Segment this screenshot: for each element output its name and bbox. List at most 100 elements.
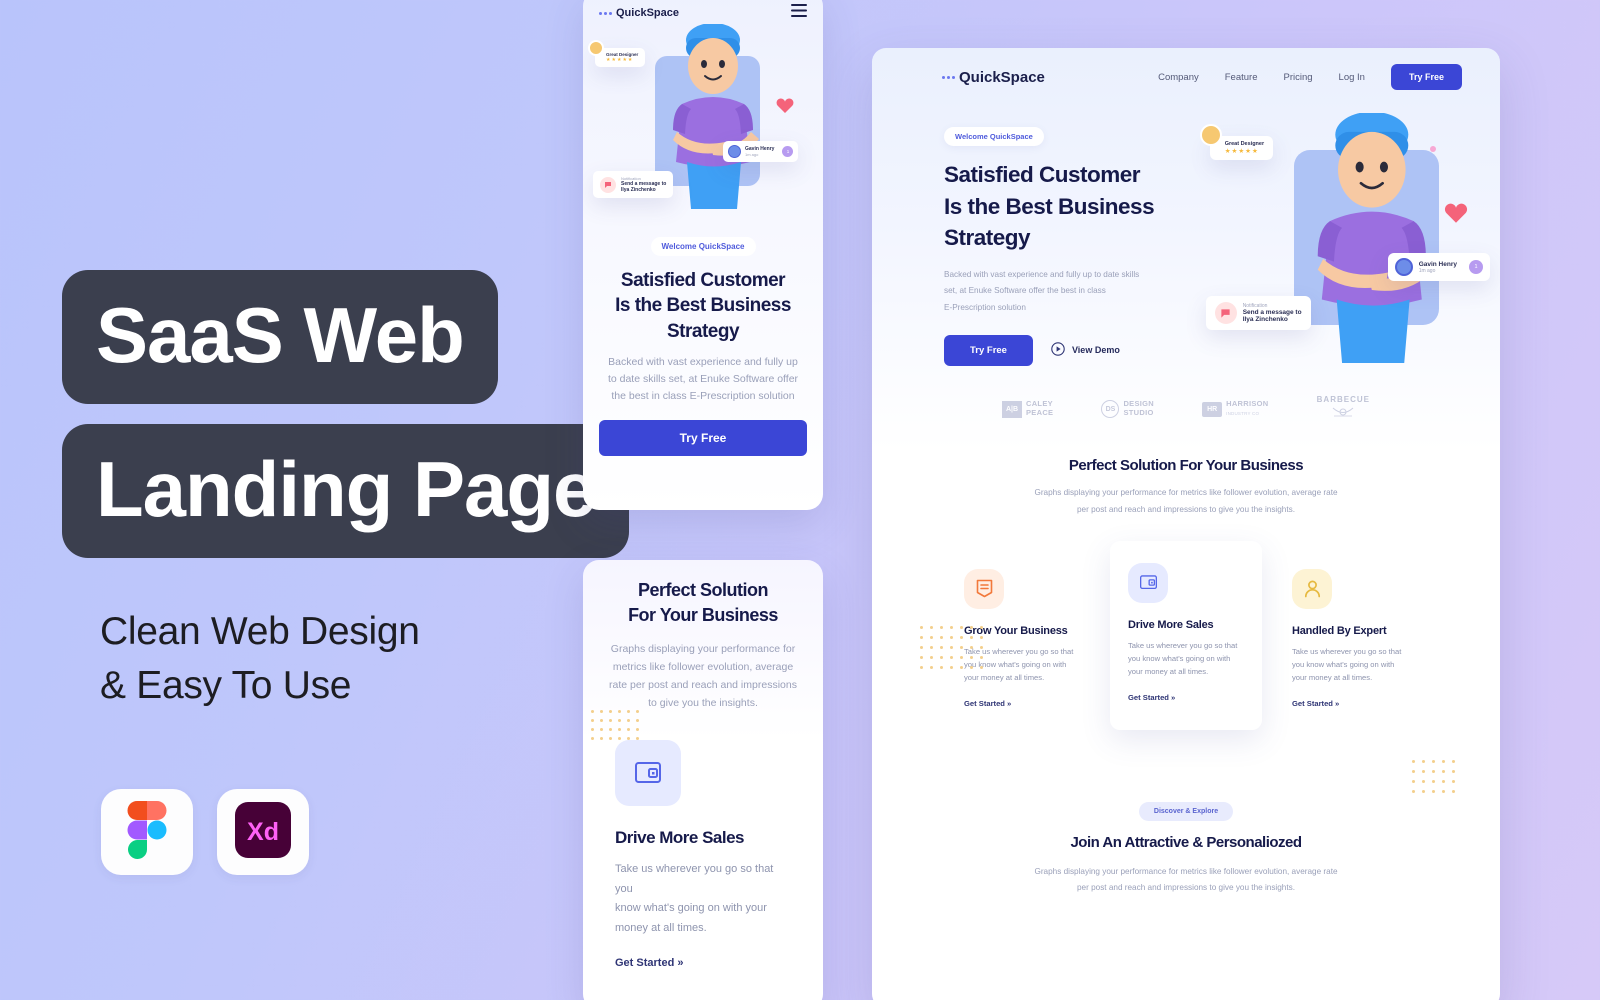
logo-caley-peace: A|B CALEY PEACE	[1002, 400, 1054, 418]
desktop-hero-illustration: Great Designer ★★★★★ Gavin Henry 1m ago …	[1192, 108, 1500, 373]
hero-view-demo-button[interactable]: View Demo	[1051, 342, 1120, 358]
hero-copy: Welcome QuickSpace Satisfied Customer Is…	[944, 108, 1190, 373]
figma-icon	[127, 800, 167, 864]
notification-float-card: Notification Send a message to Ilya Zinc…	[1205, 296, 1311, 330]
logo-design-studio: DS DESIGN STUDIO	[1101, 400, 1154, 419]
hero-badge: Welcome QuickSpace	[650, 237, 756, 256]
notification-icon	[1214, 302, 1237, 324]
person-icon	[1292, 568, 1332, 609]
heart-decor-icon	[1444, 203, 1468, 229]
nav-link-pricing[interactable]: Pricing	[1284, 72, 1313, 83]
hero-view-demo-label: View Demo	[1071, 345, 1120, 356]
nav-links: Company Feature Pricing Log In Try Free	[1158, 64, 1462, 90]
desktop-brand-logo[interactable]: QuickSpace	[942, 69, 1045, 86]
promo-subtitle-line2: & Easy To Use	[100, 663, 352, 707]
logo-barbecue-name: BARBECUE	[1316, 395, 1370, 404]
feature-card-title: Handled By Expert	[1292, 624, 1387, 637]
feature-card-title: Drive More Sales	[1128, 618, 1214, 631]
logo-caley-name2: PEACE	[1026, 408, 1054, 418]
rating-stars: ★★★★★	[606, 57, 634, 63]
features-title-line1: Perfect Solution	[637, 580, 769, 600]
logo-design-name2: STUDIO	[1123, 408, 1154, 418]
hero-heading-line2: Is the Best Business	[615, 295, 791, 317]
logo-harrison: HR HARRISON INDUSTRY CO	[1202, 400, 1268, 417]
svg-text:Xd: Xd	[247, 818, 279, 846]
user-float-card: Gavin Henry 1m ago 1	[723, 141, 799, 162]
brand-name: QuickSpace	[959, 68, 1045, 86]
promo-title-line1: SaaS Web	[62, 270, 498, 404]
hero-paragraph-line2: to date skills set, at Enuke Software of…	[607, 373, 799, 386]
nav-try-free-button[interactable]: Try Free	[1390, 64, 1462, 90]
features-desc-line2: per post and reach and impressions to gi…	[1076, 505, 1295, 514]
mobile-mockup-features: Perfect Solution For Your Business Graph…	[583, 560, 823, 1000]
dot-decor-grid-left	[920, 626, 990, 676]
desktop-mockup: QuickSpace Company Feature Pricing Log I…	[872, 48, 1500, 1000]
features-desc-line2: metrics like follower evolution, average	[612, 660, 794, 673]
mobile-card-body-line1: Take us wherever you go so that you	[615, 862, 774, 895]
hero-heading-line2: Is the Best Business	[944, 193, 1155, 219]
feature-card-get-started-link[interactable]: Get Started »	[964, 699, 1080, 708]
figma-badge	[101, 789, 193, 875]
feature-card-handled-by-expert: Handled By Expert Take us wherever you g…	[1274, 553, 1426, 726]
play-circle-icon	[1051, 342, 1065, 358]
hero-paragraph-line3: E-Prescription solution	[944, 303, 1026, 313]
feature-card-get-started-link[interactable]: Get Started »	[1128, 693, 1244, 702]
mobile-card-get-started-link[interactable]: Get Started »	[615, 957, 791, 969]
user-time: 1m ago	[745, 152, 759, 157]
mobile-card-body-line3: money at all times.	[615, 922, 707, 935]
rating-float-card: Great Designer ★★★★★	[588, 40, 646, 67]
promo-title-line2: Landing Page	[62, 424, 630, 558]
nav-link-company[interactable]: Company	[1158, 72, 1199, 83]
mobile-hero-illustration: Great Designer ★★★★★ Gavin Henry 1m ago …	[583, 24, 823, 226]
hero-try-free-button[interactable]: Try Free	[944, 334, 1033, 366]
rating-stars: ★★★★★	[1224, 148, 1259, 155]
user-float-card: Gavin Henry 1m ago 1	[1387, 253, 1490, 281]
join-title: Join An Attractive & Personaliozed	[1070, 833, 1302, 851]
notification-line1: Send a message to	[1242, 309, 1302, 316]
tool-badges: Xd	[101, 789, 309, 875]
notification-line2: Ilya Zinchenko	[1242, 316, 1288, 323]
hero-heading-line3: Strategy	[944, 225, 1031, 250]
design-studio-mark-icon: DS	[1101, 400, 1120, 419]
mobile-card-body-line2: know what's going on with your	[615, 902, 767, 915]
mobile-mockup-hero: QuickSpace Great Designer ★★★★★ Gavin He…	[583, 0, 823, 510]
desktop-navbar: QuickSpace Company Feature Pricing Log I…	[872, 48, 1500, 90]
caley-peace-mark-icon: A|B	[1002, 400, 1022, 418]
barbecue-mark-icon	[1331, 405, 1355, 423]
adobe-xd-badge: Xd	[217, 789, 309, 875]
mobile-feature-card: Drive More Sales Take us wherever you go…	[583, 712, 823, 969]
user-time: 1m ago	[1418, 267, 1436, 274]
join-badge: Discover & Explore	[1138, 801, 1234, 821]
nav-link-login[interactable]: Log In	[1339, 72, 1365, 83]
promo-subtitle: Clean Web Design & Easy To Use	[100, 605, 420, 713]
brand-dots-icon	[942, 75, 955, 79]
dot-decor-grid-right	[1412, 760, 1462, 800]
harrison-mark-icon: HR	[1202, 401, 1223, 417]
user-avatar	[1394, 258, 1413, 276]
feature-card-get-started-link[interactable]: Get Started »	[1292, 699, 1408, 708]
user-avatar	[728, 145, 741, 158]
features-desc-line1: Graphs displaying your performance for m…	[1034, 488, 1338, 498]
hamburger-menu-icon[interactable]	[791, 4, 807, 22]
feature-card-body: Take us wherever you go so that you know…	[1128, 640, 1238, 677]
card-window-icon	[615, 739, 681, 806]
hero-heading-line3: Strategy	[666, 320, 740, 342]
notification-float-card: Notification Send a message to Ilya Zinc…	[593, 171, 674, 198]
hero-paragraph-line1: Backed with vast experience and fully up…	[944, 269, 1140, 279]
mobile-brand-logo[interactable]: QuickSpace	[599, 7, 679, 19]
user-badge-count: 1	[1468, 260, 1483, 274]
brand-name: QuickSpace	[616, 7, 679, 19]
hero-badge: Welcome QuickSpace	[944, 127, 1044, 146]
feature-card-drive-more-sales: Drive More Sales Take us wherever you go…	[1110, 540, 1262, 730]
nav-link-feature[interactable]: Feature	[1225, 72, 1258, 83]
hero-paragraph-line1: Backed with vast experience and fully up	[608, 355, 798, 368]
hero-try-free-button[interactable]: Try Free	[599, 419, 807, 456]
logo-harrison-sub: INDUSTRY CO	[1226, 411, 1260, 417]
rating-float-card: Great Designer ★★★★★	[1199, 124, 1274, 160]
join-desc-line1: Graphs displaying your performance for m…	[1034, 866, 1338, 876]
join-desc-line2: per post and reach and impressions to gi…	[1076, 883, 1295, 893]
hero-heading-line1: Satisfied Customer	[620, 270, 786, 291]
join-section: Discover & Explore Join An Attractive & …	[872, 800, 1500, 898]
features-desc-line3: rate per post and reach and impressions	[609, 678, 797, 691]
notification-icon	[600, 176, 616, 193]
